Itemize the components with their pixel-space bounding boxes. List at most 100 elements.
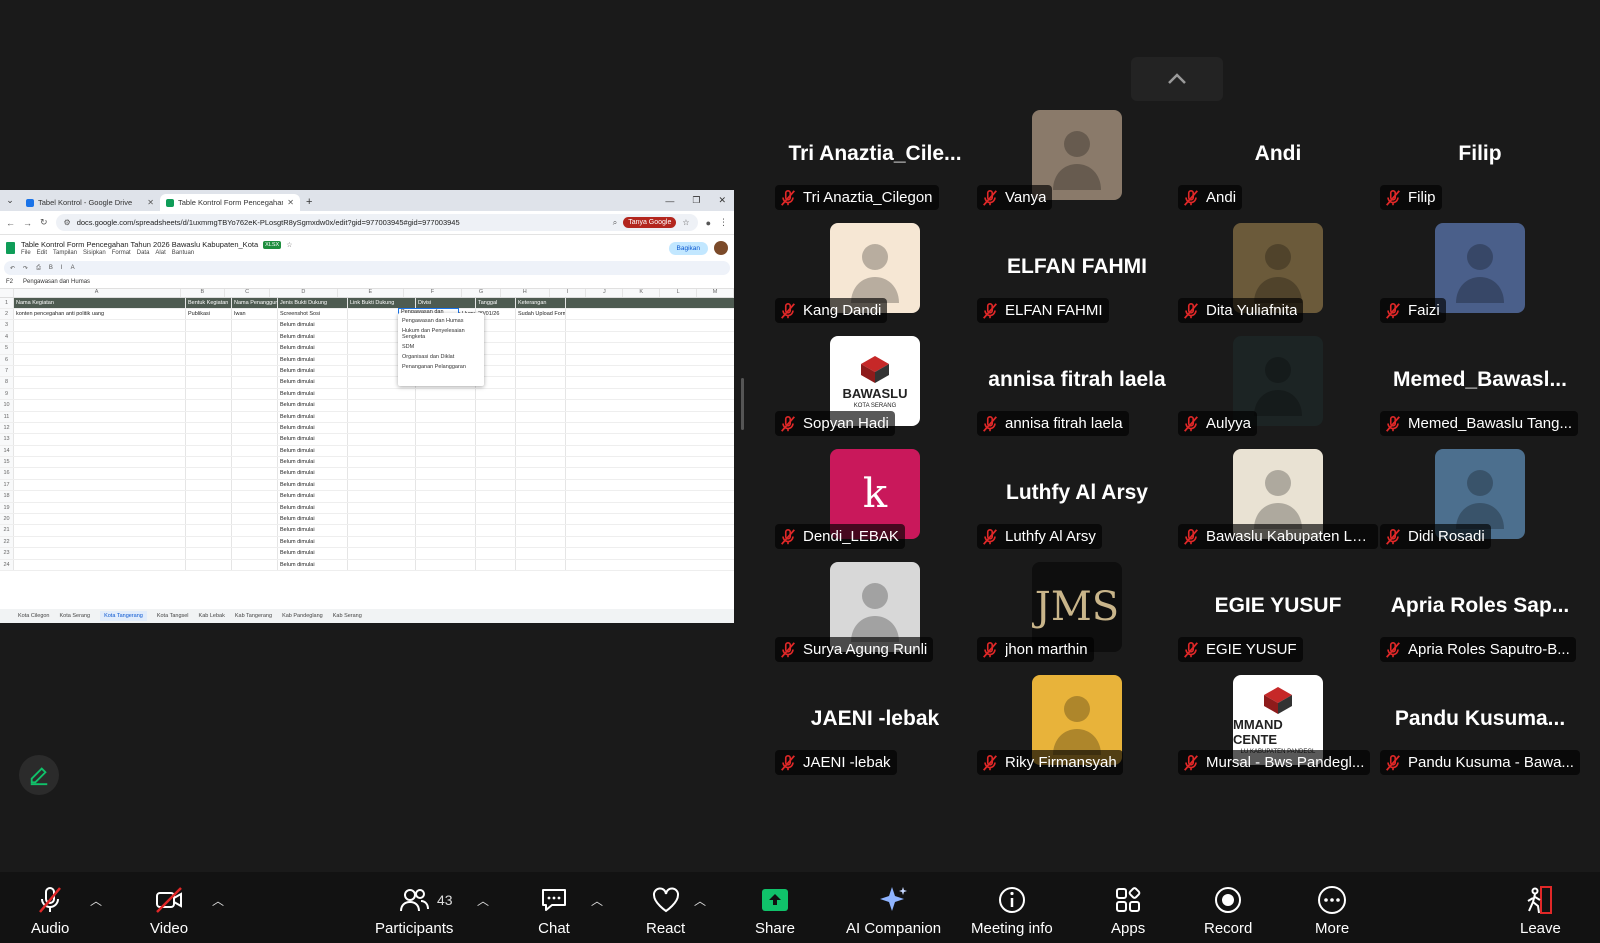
menu-data[interactable]: Data (137, 250, 150, 256)
cell[interactable] (14, 468, 186, 479)
column-header[interactable]: G (462, 289, 501, 297)
close-tab-icon[interactable]: ✕ (147, 198, 154, 207)
table-row[interactable]: 16 Belum dimulai (0, 468, 734, 480)
participant-tile[interactable]: Faizi (1380, 223, 1580, 335)
close-tab-icon[interactable]: ✕ (287, 198, 294, 207)
row-number[interactable]: 3 (0, 320, 14, 331)
cell[interactable] (232, 445, 278, 457)
cell[interactable]: Belum dimulai (278, 468, 348, 479)
participant-tile[interactable]: Pandu Kusuma... Pandu Kusuma - Bawa... (1380, 675, 1580, 787)
column-header[interactable]: H (501, 289, 550, 297)
participant-tile[interactable]: Aulyya (1178, 336, 1378, 448)
participant-tile[interactable]: Kang Dandi (775, 223, 975, 335)
record-button[interactable]: Record (1204, 884, 1252, 937)
annotate-button[interactable] (19, 755, 59, 795)
cell[interactable] (476, 491, 516, 502)
profile-icon[interactable]: ● (706, 218, 711, 228)
cell[interactable] (416, 388, 476, 400)
row-number[interactable]: 5 (0, 343, 14, 354)
cell[interactable] (186, 457, 232, 468)
row-number[interactable]: 1 (0, 298, 14, 308)
table-row[interactable]: 19 Belum dimulai (0, 502, 734, 515)
cell[interactable] (516, 445, 566, 457)
cell[interactable]: Belum dimulai (278, 559, 348, 570)
cell[interactable] (348, 525, 416, 536)
column-header[interactable]: K (623, 289, 661, 297)
participant-tile[interactable]: Apria Roles Sap... Apria Roles Saputro-B.… (1380, 562, 1580, 674)
cell[interactable]: Belum dimulai (278, 343, 348, 354)
cell[interactable] (14, 479, 186, 491)
close-window-icon[interactable]: ✕ (718, 195, 726, 206)
table-row[interactable]: 12 Belum dimulai (0, 422, 734, 435)
column-header[interactable]: A (14, 289, 181, 297)
participant-tile[interactable]: MMAND CENTELU KABUPATEN PANDEGLMursal - … (1178, 675, 1378, 787)
browser-menu-icon[interactable]: ⋮ (719, 217, 728, 228)
cell[interactable]: Belum dimulai (278, 525, 348, 536)
cell[interactable] (516, 343, 566, 354)
participant-tile[interactable]: Andi Andi (1178, 110, 1378, 222)
cell[interactable] (516, 320, 566, 331)
cell[interactable] (476, 400, 516, 411)
minimize-icon[interactable]: — (665, 196, 674, 206)
italic-icon[interactable]: I (61, 265, 63, 271)
cell[interactable] (232, 388, 278, 400)
sheet-tab[interactable]: Kab Tangerang (235, 613, 272, 619)
cell[interactable] (186, 331, 232, 343)
column-header[interactable]: C (225, 289, 270, 297)
cell[interactable] (186, 559, 232, 570)
cell[interactable] (416, 514, 476, 525)
formula-input[interactable]: Pengawasan dan Humas (23, 279, 90, 285)
star-icon[interactable]: ☆ (286, 241, 292, 249)
participant-tile[interactable]: Bawaslu Kabupaten Le... (1178, 449, 1378, 561)
corner-cell[interactable] (0, 289, 14, 297)
video-button[interactable]: Video (150, 884, 188, 937)
menu-view[interactable]: Tampilan (53, 250, 77, 256)
participant-tile[interactable]: Memed_Bawasl... Memed_Bawaslu Tang... (1380, 336, 1580, 448)
cell[interactable] (232, 559, 278, 570)
site-info-icon[interactable]: ⚙ (64, 218, 71, 227)
restore-icon[interactable]: ❐ (692, 195, 700, 206)
cell[interactable] (416, 434, 476, 445)
meeting-info-button[interactable]: Meeting info (971, 884, 1053, 937)
cell[interactable] (348, 559, 416, 570)
forward-icon[interactable]: → (23, 218, 32, 228)
new-tab-button[interactable]: + (300, 194, 318, 211)
address-bar[interactable]: ⚙ docs.google.com/spreadsheets/d/1uxmmgT… (55, 214, 698, 231)
cell[interactable] (476, 502, 516, 514)
cell[interactable] (476, 388, 516, 400)
cell[interactable] (186, 365, 232, 377)
cell[interactable] (232, 320, 278, 331)
cell[interactable] (516, 331, 566, 343)
cell[interactable] (416, 491, 476, 502)
cell[interactable]: Belum dimulai (278, 514, 348, 525)
cell[interactable]: Belum dimulai (278, 457, 348, 468)
cell[interactable]: Belum dimulai (278, 365, 348, 377)
cell[interactable] (516, 354, 566, 365)
cell[interactable] (186, 434, 232, 445)
cell[interactable] (516, 525, 566, 536)
cell[interactable] (14, 388, 186, 400)
row-number[interactable]: 14 (0, 445, 14, 457)
cell[interactable] (14, 320, 186, 331)
cell[interactable] (232, 343, 278, 354)
cell[interactable]: Belum dimulai (278, 331, 348, 343)
cell[interactable]: Belum dimulai (278, 445, 348, 457)
cell[interactable]: Belum dimulai (278, 536, 348, 548)
cell[interactable] (186, 377, 232, 388)
cell[interactable] (186, 445, 232, 457)
menu-edit[interactable]: Edit (37, 250, 47, 256)
sheet-tab[interactable]: Kota Tangsel (157, 613, 189, 619)
cell[interactable] (348, 400, 416, 411)
cell[interactable] (14, 536, 186, 548)
participant-tile[interactable]: BAWASLU KOTA SERANG Sopyan Hadi (775, 336, 975, 448)
participant-tile[interactable]: JMS jhon marthin (977, 562, 1177, 674)
cell[interactable] (416, 457, 476, 468)
tab-search-icon[interactable]: ⌄ (0, 190, 20, 211)
cell[interactable] (516, 479, 566, 491)
cell[interactable] (416, 479, 476, 491)
cell[interactable]: Belum dimulai (278, 400, 348, 411)
cell[interactable] (232, 434, 278, 445)
table-row[interactable]: 21 Belum dimulai (0, 525, 734, 537)
cell[interactable] (348, 457, 416, 468)
cell[interactable] (348, 479, 416, 491)
